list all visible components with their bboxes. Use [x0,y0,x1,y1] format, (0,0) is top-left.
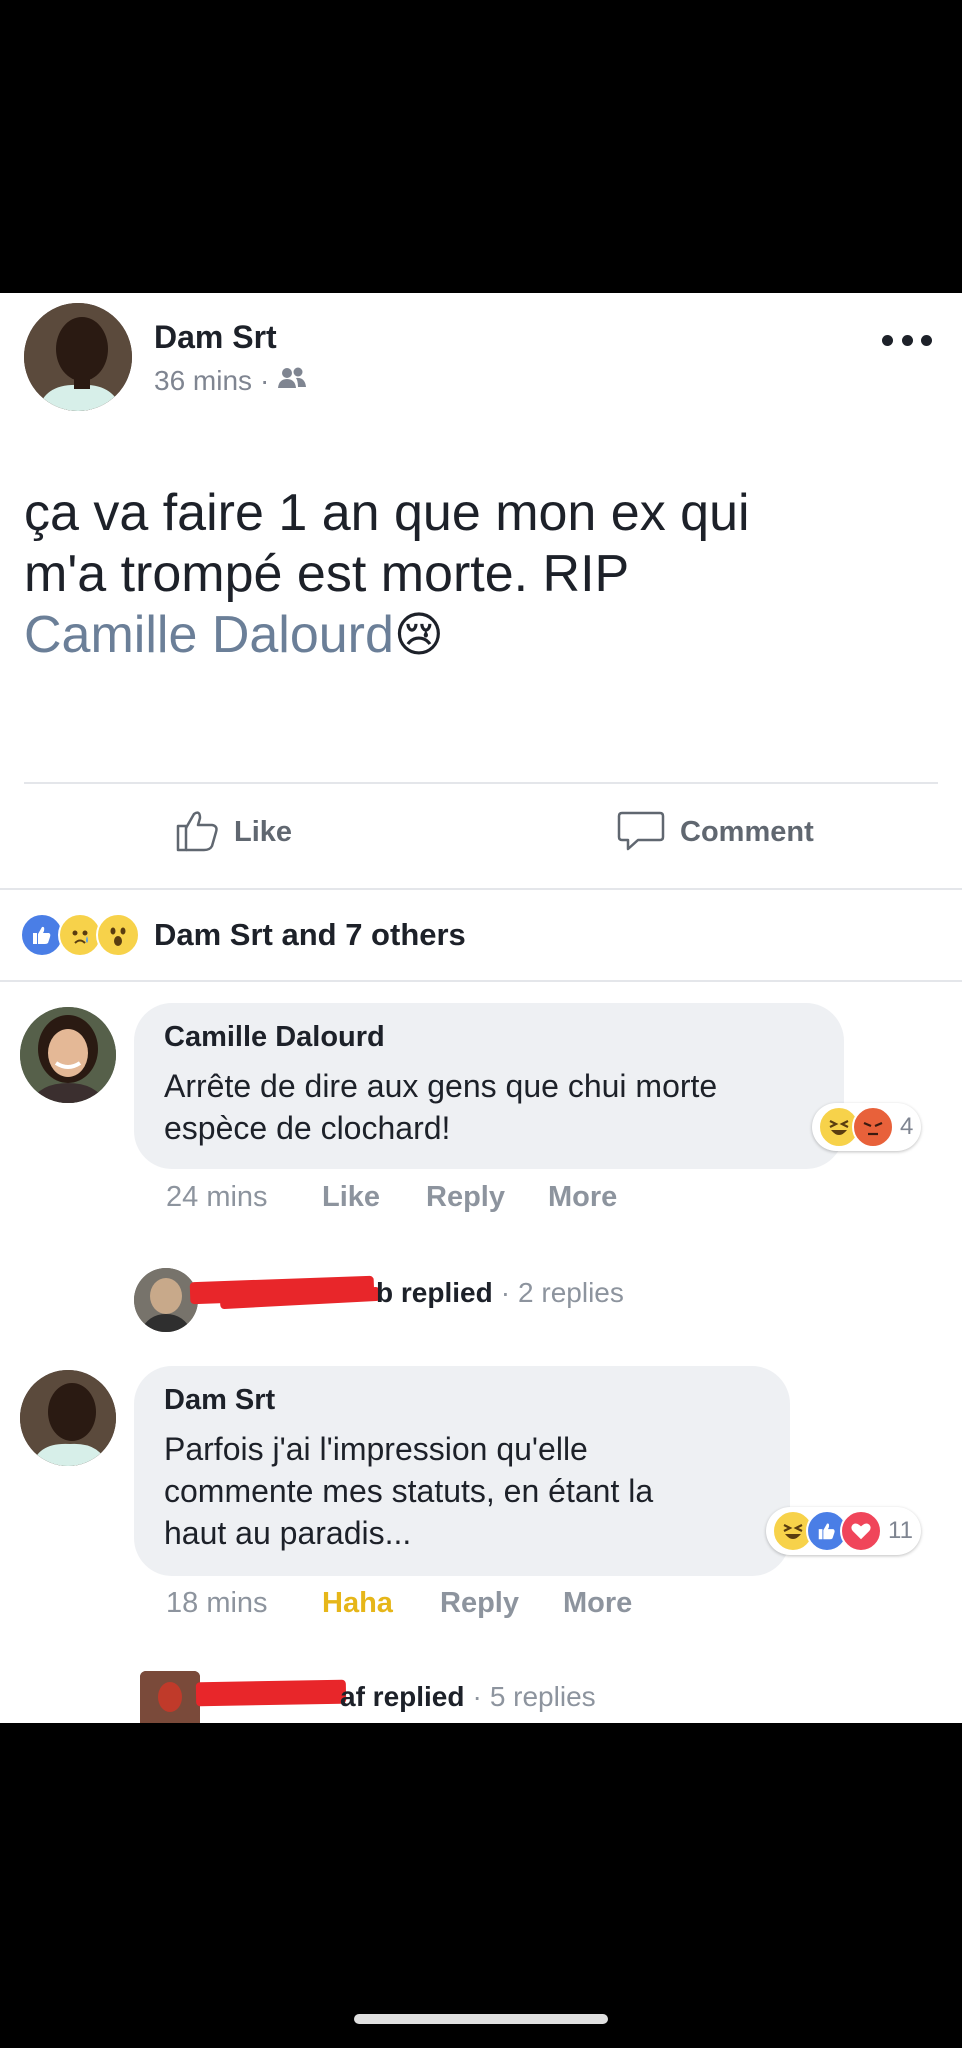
replies-tail: b replied [376,1277,493,1308]
comment-text-line-2: commente mes statuts, en étant la [164,1473,654,1509]
comment-bubble-2[interactable]: Dam Srt Parfois j'ai l'impression qu'ell… [134,1366,790,1576]
actions-divider [0,888,962,890]
comment-reaction-count: 11 [888,1517,913,1544]
comment-time[interactable]: 24 mins [166,1181,268,1214]
comment-like-button[interactable]: Like [322,1181,380,1214]
wow-reaction-icon [96,913,140,957]
replies-count: 2 replies [518,1277,624,1308]
like-button[interactable]: Like [174,807,292,857]
comment-bubble-icon [616,805,666,860]
meta-separator: · [260,365,270,396]
crying-emoji: 😢 [393,609,444,662]
comment-text-line-2: espèce de clochard! [164,1110,451,1146]
comment-author[interactable]: Dam Srt [164,1384,275,1417]
post-text-line-3: Camille Dalourd 😢 [24,605,944,666]
post-author-name[interactable]: Dam Srt [154,319,277,356]
comment-text-line-3: haut au paradis... [164,1515,412,1551]
replier-avatar-2[interactable] [140,1671,200,1723]
comment-reactions-2[interactable]: 11 [766,1507,921,1555]
angry-reaction-icon [852,1106,894,1148]
commenter-avatar-camille[interactable] [20,1007,116,1103]
more-options-icon[interactable] [882,335,932,349]
author-avatar[interactable] [24,303,132,411]
comment-actions-2: 18 mins Haha Reply More [166,1587,866,1627]
comment-author[interactable]: Camille Dalourd [164,1021,385,1054]
comment-button[interactable]: Comment [616,807,814,857]
replier-avatar-1[interactable] [134,1268,198,1332]
post-text-line-2: m'a trompé est morte. RIP [24,545,630,603]
post-body: ça va faire 1 an que mon ex qui m'a trom… [24,483,944,666]
like-label: Like [234,815,293,848]
thumbs-up-icon [174,806,222,859]
replies-link-1[interactable]: b replied · 2 replies [376,1277,624,1309]
facebook-post-screen: Dam Srt 36 mins · ça va faire 1 an que m… [0,293,962,1723]
comment-reaction-count: 4 [900,1113,914,1140]
comment-haha-button[interactable]: Haha [322,1587,393,1620]
tagged-person-link[interactable]: Camille Dalourd [24,605,394,666]
comment-label: Comment [680,815,814,848]
love-reaction-icon [840,1510,882,1552]
post-time[interactable]: 36 mins [154,365,252,397]
comment-more-button[interactable]: More [548,1181,617,1214]
comment-bubble-1[interactable]: Camille Dalourd Arrête de dire aux gens … [134,1003,844,1169]
comment-reply-button[interactable]: Reply [440,1587,519,1620]
replies-separator: · [500,1277,511,1308]
replies-tail: af replied [340,1681,465,1712]
redacted-name-2 [195,1679,347,1707]
reactions-divider [0,980,962,982]
commenter-avatar-dam[interactable] [20,1370,116,1466]
comment-text-line-1: Arrête de dire aux gens que chui morte [164,1068,718,1104]
reactions-summary[interactable]: Dam Srt and 7 others [20,913,466,957]
replies-link-2[interactable]: af replied · 5 replies [340,1681,596,1713]
post-meta: 36 mins · [154,365,307,397]
comment-reply-button[interactable]: Reply [426,1181,505,1214]
comment-time[interactable]: 18 mins [166,1587,268,1620]
friends-audience-icon[interactable] [277,365,307,397]
reactions-summary-text[interactable]: Dam Srt and 7 others [154,917,466,953]
comment-text-line-1: Parfois j'ai l'impression qu'elle [164,1431,588,1467]
post-divider [24,782,938,784]
comment-more-button[interactable]: More [563,1587,632,1620]
replies-count: 5 replies [489,1681,596,1712]
comment-reactions-1[interactable]: 4 [812,1103,922,1151]
comment-actions-1: 24 mins Like Reply More [166,1181,866,1221]
home-indicator[interactable] [354,2014,608,2024]
replies-separator: · [472,1681,482,1712]
post-text-line-1: ça va faire 1 an que mon ex qui [24,484,750,542]
